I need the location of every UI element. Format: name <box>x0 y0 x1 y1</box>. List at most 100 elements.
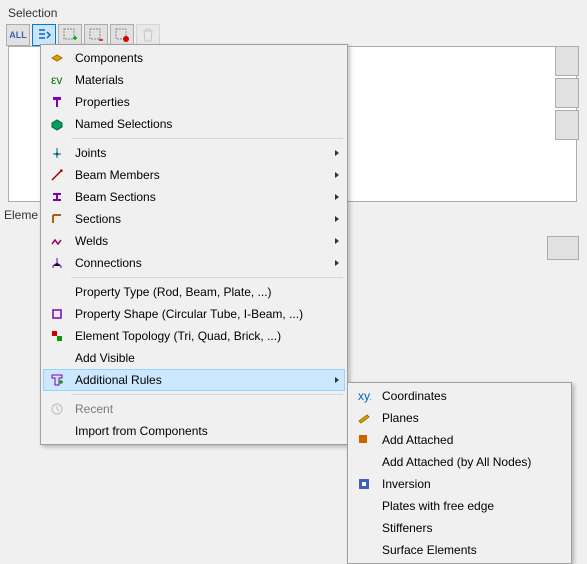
svg-text:xyz: xyz <box>358 389 371 403</box>
planes-icon <box>357 411 371 425</box>
menu-label: Inversion <box>374 477 565 491</box>
sections-icon <box>50 212 64 226</box>
topology-icon <box>50 329 64 343</box>
menu-label: Add Visible <box>67 351 341 365</box>
menu-label: Element Topology (Tri, Quad, Brick, ...) <box>67 329 341 343</box>
side-button-2[interactable] <box>555 78 579 108</box>
add-select-button[interactable] <box>58 24 82 46</box>
side-button-3[interactable] <box>555 110 579 140</box>
select-all-button[interactable]: ALL <box>6 24 30 46</box>
coordinates-icon: xyz <box>357 389 371 403</box>
menu-sections[interactable]: Sections <box>43 208 345 230</box>
property-shape-icon <box>50 307 64 321</box>
connections-icon <box>50 256 64 270</box>
subtract-select-button[interactable] <box>84 24 108 46</box>
add-attached-icon <box>357 433 371 447</box>
panel-title: Selection <box>4 4 384 22</box>
menu-connections[interactable]: Connections <box>43 252 345 274</box>
menu-label: Components <box>67 51 341 65</box>
menu-joints[interactable]: Joints <box>43 142 345 164</box>
chevron-right-icon <box>333 171 341 179</box>
submenu-surface-elements[interactable]: Surface Elements <box>350 539 569 561</box>
chevron-right-icon <box>333 193 341 201</box>
rule-select-button[interactable] <box>32 24 56 46</box>
menu-beam-sections[interactable]: Beam Sections <box>43 186 345 208</box>
elements-label: Eleme <box>4 208 38 222</box>
menu-properties[interactable]: Properties <box>43 91 345 113</box>
menu-welds[interactable]: Welds <box>43 230 345 252</box>
submenu-planes[interactable]: Planes <box>350 407 569 429</box>
menu-label: Add Attached <box>374 433 565 447</box>
menu-label: Connections <box>67 256 333 270</box>
menu-label: Beam Members <box>67 168 333 182</box>
menu-label: Sections <box>67 212 333 226</box>
menu-recent: Recent <box>43 398 345 420</box>
menu-label: Materials <box>67 73 341 87</box>
chevron-right-icon <box>333 259 341 267</box>
selection-rules-menu: Components εv Materials Properties Named… <box>40 44 348 445</box>
recent-icon <box>50 402 64 416</box>
menu-label: Stiffeners <box>374 521 565 535</box>
menu-separator <box>71 277 343 278</box>
menu-label: Plates with free edge <box>374 499 565 513</box>
components-icon <box>50 51 64 65</box>
invert-select-button[interactable] <box>110 24 134 46</box>
menu-label: Beam Sections <box>67 190 333 204</box>
chevron-right-icon <box>333 376 341 384</box>
apply-button[interactable] <box>547 236 579 260</box>
properties-icon <box>50 95 64 109</box>
menu-label: Named Selections <box>67 117 341 131</box>
menu-label: Planes <box>374 411 565 425</box>
menu-label: Welds <box>67 234 333 248</box>
submenu-coordinates[interactable]: xyz Coordinates <box>350 385 569 407</box>
menu-label: Property Shape (Circular Tube, I-Beam, .… <box>67 307 341 321</box>
menu-beam-members[interactable]: Beam Members <box>43 164 345 186</box>
menu-label: Recent <box>67 402 341 416</box>
welds-icon <box>50 234 64 248</box>
materials-icon: εv <box>50 73 64 87</box>
menu-additional-rules[interactable]: Additional Rules <box>43 369 345 391</box>
all-label: ALL <box>9 30 27 40</box>
side-button-1[interactable] <box>555 46 579 76</box>
menu-label: Surface Elements <box>374 543 565 557</box>
menu-separator <box>71 138 343 139</box>
menu-label: Properties <box>67 95 341 109</box>
chevron-right-icon <box>333 215 341 223</box>
menu-label: Additional Rules <box>67 373 333 387</box>
menu-label: Import from Components <box>67 424 341 438</box>
menu-materials[interactable]: εv Materials <box>43 69 345 91</box>
additional-rules-icon <box>50 373 64 387</box>
svg-text:εv: εv <box>51 73 62 87</box>
beam-sections-icon <box>50 190 64 204</box>
chevron-right-icon <box>333 237 341 245</box>
menu-import-components[interactable]: Import from Components <box>43 420 345 442</box>
menu-label: Add Attached (by All Nodes) <box>374 455 565 469</box>
menu-add-visible[interactable]: Add Visible <box>43 347 345 369</box>
delete-button <box>136 24 160 46</box>
dashed-invert-icon <box>114 27 130 43</box>
menu-components[interactable]: Components <box>43 47 345 69</box>
inversion-icon <box>357 477 371 491</box>
dashed-add-icon <box>62 27 78 43</box>
menu-element-topology[interactable]: Element Topology (Tri, Quad, Brick, ...) <box>43 325 345 347</box>
joints-icon <box>50 146 64 160</box>
menu-label: Joints <box>67 146 333 160</box>
menu-property-type[interactable]: Property Type (Rod, Beam, Plate, ...) <box>43 281 345 303</box>
rule-icon <box>36 27 52 43</box>
submenu-add-attached[interactable]: Add Attached <box>350 429 569 451</box>
submenu-add-attached-all[interactable]: Add Attached (by All Nodes) <box>350 451 569 473</box>
named-selection-icon <box>50 117 64 131</box>
menu-label: Coordinates <box>374 389 565 403</box>
menu-separator <box>71 394 343 395</box>
beam-members-icon <box>50 168 64 182</box>
trash-icon <box>140 27 156 43</box>
dashed-subtract-icon <box>88 27 104 43</box>
additional-rules-submenu: xyz Coordinates Planes Add Attached Add … <box>347 382 572 564</box>
chevron-right-icon <box>333 149 341 157</box>
submenu-inversion[interactable]: Inversion <box>350 473 569 495</box>
submenu-stiffeners[interactable]: Stiffeners <box>350 517 569 539</box>
menu-named-selections[interactable]: Named Selections <box>43 113 345 135</box>
submenu-plates-free-edge[interactable]: Plates with free edge <box>350 495 569 517</box>
menu-label: Property Type (Rod, Beam, Plate, ...) <box>67 285 341 299</box>
menu-property-shape[interactable]: Property Shape (Circular Tube, I-Beam, .… <box>43 303 345 325</box>
